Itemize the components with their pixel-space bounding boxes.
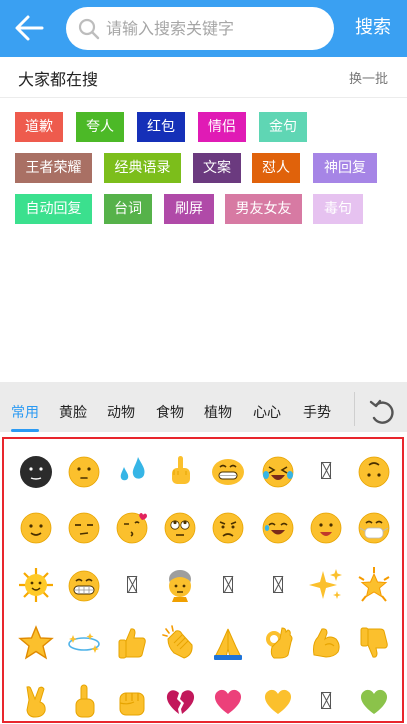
pink-heart-icon[interactable] [210,683,246,719]
tab-1[interactable]: 黄脸 [53,382,93,432]
victory-hand-icon[interactable] [18,683,54,719]
laugh-tears-face-icon[interactable] [260,453,296,489]
mask-face-icon[interactable] [356,509,392,545]
dizzy-icon[interactable] [66,625,102,661]
missing-glyph-icon[interactable] [321,462,331,479]
back-arrow-icon[interactable] [14,14,44,42]
middle-finger-icon[interactable] [162,453,198,489]
thumbs-down-icon[interactable] [356,625,392,661]
sun-face-icon[interactable] [18,567,54,603]
tab-2[interactable]: 动物 [100,382,142,432]
active-tab-indicator [11,429,39,432]
emoji-grid [2,437,404,723]
old-man-icon[interactable] [162,567,198,603]
hot-tag[interactable]: 金句 [259,112,307,142]
hot-tag[interactable]: 道歉 [15,112,63,142]
hot-tag[interactable]: 毒句 [313,194,363,224]
broken-heart-icon[interactable] [162,683,198,719]
hot-tag[interactable]: 刷屏 [164,194,214,224]
search-input[interactable] [106,7,326,50]
tab-6[interactable]: 手势 [291,382,343,432]
tab-5[interactable]: 心心 [241,382,293,432]
hot-tag[interactable]: 文案 [193,153,241,183]
sweat-drops-icon[interactable] [114,453,150,489]
eyeroll-face-icon[interactable] [66,453,102,489]
green-heart-icon[interactable] [356,683,392,719]
pointing-up-icon[interactable] [66,683,102,719]
hot-tag[interactable]: 红包 [137,112,185,142]
dark-face-icon[interactable] [18,453,54,489]
refresh-button[interactable]: 换一批 [349,68,388,87]
hot-tag[interactable]: 男友女友 [225,194,302,224]
upside-smile-face-icon[interactable] [356,453,392,489]
divider [0,97,407,98]
kiss-heart-face-icon[interactable] [114,509,150,545]
joy-face-icon[interactable] [260,509,296,545]
tab-3[interactable]: 食物 [146,382,194,432]
tab-0[interactable]: 常用 [3,382,47,432]
folded-hands-icon[interactable] [210,625,246,661]
hot-tag[interactable]: 台词 [104,194,152,224]
hot-search-title: 大家都在搜 [18,70,99,89]
search-icon [78,18,100,40]
search-button[interactable]: 搜索 [346,14,400,42]
hot-tag[interactable]: 经典语录 [104,153,181,183]
tab-4[interactable]: 植物 [196,382,240,432]
yellow-heart-icon[interactable] [260,683,296,719]
star-icon[interactable] [18,625,54,661]
backspace-undo-icon[interactable] [368,398,396,426]
hot-tag[interactable]: 神回复 [313,153,377,183]
hot-tag[interactable]: 王者荣耀 [15,153,92,183]
emoji-tab-bar: 常用 黄脸 动物 食物 植物 心心 手势 [0,382,407,432]
rolling-eyes-face-icon[interactable] [162,509,198,545]
hot-tag[interactable]: 情侣 [198,112,246,142]
unamused-face-icon[interactable] [66,509,102,545]
search-box[interactable] [66,7,334,50]
missing-glyph-icon[interactable] [321,692,331,709]
ok-hand-icon[interactable] [260,625,296,661]
tab-separator [354,392,355,426]
thumbs-up-icon[interactable] [114,625,150,661]
clapping-hands-icon[interactable] [162,625,198,661]
hot-tag[interactable]: 怼人 [252,153,300,183]
glowing-star-icon[interactable] [356,567,392,603]
slight-smile-face-icon[interactable] [18,509,54,545]
hot-tag[interactable]: 夸人 [76,112,124,142]
missing-glyph-icon[interactable] [127,576,137,593]
flexed-bicep-icon[interactable] [308,625,344,661]
missing-glyph-icon[interactable] [273,576,283,593]
confused-face-icon[interactable] [210,509,246,545]
open-mouth-face-icon[interactable] [308,509,344,545]
grimace-face-icon[interactable] [66,567,102,603]
sparkles-icon[interactable] [308,567,344,603]
top-bar: 搜索 [0,0,407,57]
hot-tag[interactable]: 自动回复 [15,194,92,224]
fist-icon[interactable] [114,683,150,719]
grin-face-icon[interactable] [210,453,246,489]
missing-glyph-icon[interactable] [223,576,233,593]
